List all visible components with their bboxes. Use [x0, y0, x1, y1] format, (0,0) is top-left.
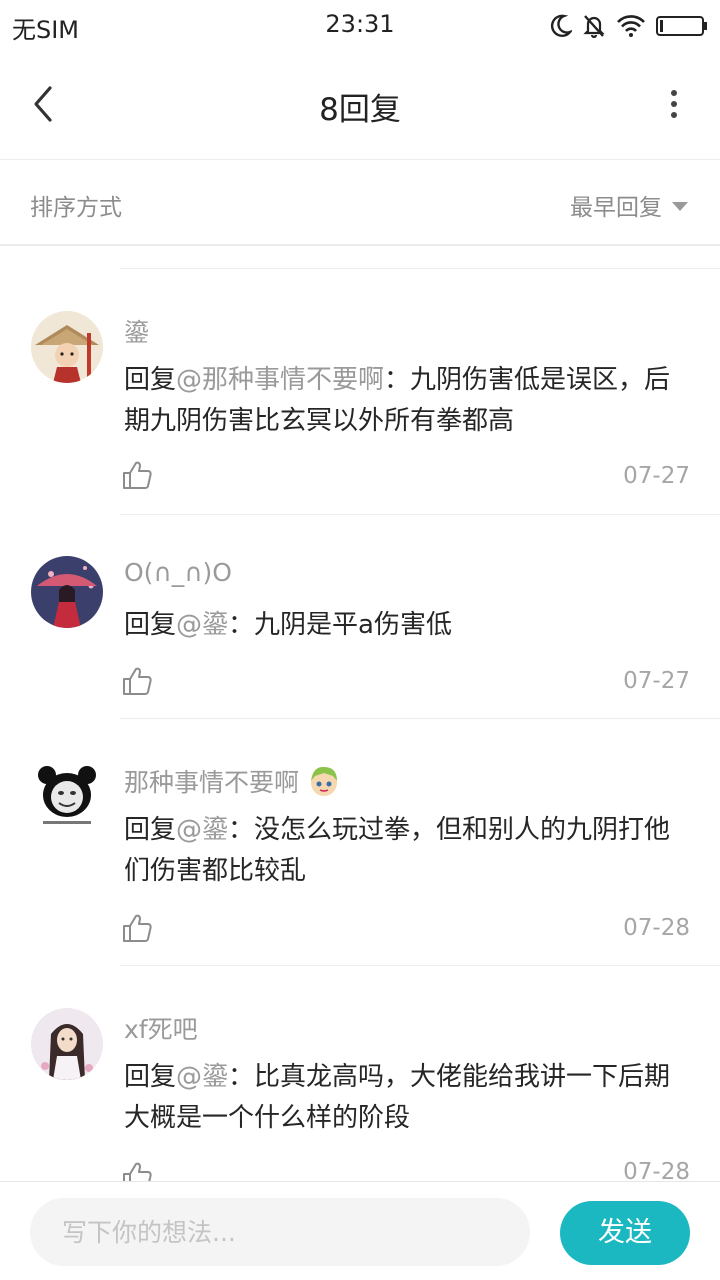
mention-link[interactable]: @鎏 [176, 1062, 228, 1092]
comment-username[interactable]: 那种事情不要啊 [124, 763, 341, 799]
comment-username[interactable]: xf死吧 [124, 1010, 198, 1046]
thumbs-up-icon[interactable] [122, 460, 152, 490]
comment-text: 回复@鎏：九阴是平a伤害低 [124, 610, 452, 640]
thumbs-up-icon[interactable] [122, 1161, 152, 1181]
mention-link[interactable]: @那种事情不要啊 [176, 365, 384, 395]
comment-item: 鎏 回复@那种事情不要啊：九阴伤害低是误区，后期九阴伤害比玄冥以外所有拳都高 0… [0, 269, 720, 515]
mention-link[interactable]: @鎏 [176, 815, 228, 845]
battery-icon [656, 16, 707, 36]
moon-icon [550, 14, 572, 37]
comment-list[interactable]: 鎏 回复@那种事情不要啊：九阴伤害低是误区，后期九阴伤害比玄冥以外所有拳都高 0… [0, 269, 720, 1181]
sort-label: 排序方式 [30, 195, 122, 221]
comment-date: 07-28 [623, 915, 690, 941]
comment-date: 07-27 [623, 668, 690, 694]
comment-date: 07-27 [623, 463, 690, 489]
comment-item: O(∩_∩)O 回复@鎏：九阴是平a伤害低 07-27 [0, 515, 720, 719]
avatar[interactable] [31, 761, 103, 833]
avatar[interactable] [31, 556, 103, 628]
reply-bar: 发送 [0, 1181, 720, 1280]
caret-down-icon [672, 201, 688, 211]
mention-link[interactable]: @鎏 [176, 610, 228, 640]
thumbs-up-icon[interactable] [122, 913, 152, 943]
comment-input[interactable] [30, 1198, 530, 1266]
sort-dropdown[interactable]: 最早回复 [570, 188, 688, 222]
sort-value-label: 最早回复 [570, 195, 662, 221]
comment-username[interactable]: O(∩_∩)O [124, 558, 232, 587]
wifi-icon [617, 15, 645, 37]
nav-bar: 8回复 [0, 52, 720, 160]
comment-text: 回复@鎏：没怎么玩过拳，但和别人的九阴打他们伤害都比较乱 [124, 815, 671, 886]
sort-bar: 排序方式 最早回复 [0, 160, 720, 246]
avatar[interactable] [31, 1008, 103, 1080]
send-button[interactable]: 发送 [560, 1201, 690, 1265]
comment-item: xf死吧 回复@鎏：比真龙高吗，大佬能给我讲一下后期大概是一个什么样的阶段 07… [0, 966, 720, 1181]
comment-text: 回复@鎏：比真龙高吗，大佬能给我讲一下后期大概是一个什么样的阶段 [124, 1062, 671, 1133]
avatar[interactable] [31, 311, 103, 383]
comment-text: 回复@那种事情不要啊：九阴伤害低是误区，后期九阴伤害比玄冥以外所有拳都高 [124, 365, 671, 436]
comment-item: 那种事情不要啊 回复@鎏：没怎么玩过拳，但和别人的九阴打他们伤害都比较乱 07-… [0, 719, 720, 966]
user-badge-icon [311, 766, 338, 796]
thumbs-up-icon[interactable] [122, 666, 152, 696]
comment-username[interactable]: 鎏 [124, 313, 149, 349]
page-title: 8回复 [319, 92, 401, 128]
more-vertical-icon[interactable] [668, 88, 680, 120]
comment-date: 07-28 [623, 1159, 690, 1181]
status-icons [550, 10, 708, 42]
status-bar: 无SIM 23:31 [0, 0, 720, 52]
bell-off-icon [583, 15, 605, 39]
